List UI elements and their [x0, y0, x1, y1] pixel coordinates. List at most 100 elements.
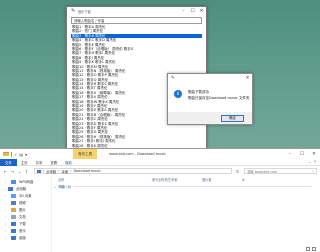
explorer-titlebar: ✓ ▤ ▾ 音乐工具 www.ahd.com - Download music … — [0, 149, 320, 159]
column-number[interactable]: # — [242, 178, 282, 182]
view-toggles — [306, 247, 316, 251]
properties-icon[interactable]: ✓ — [14, 152, 17, 157]
breadcrumb-download-music[interactable]: Download music — [73, 169, 100, 173]
breadcrumb-desktop[interactable]: 桌面 — [62, 169, 69, 174]
song-search-input[interactable]: 请输入歌曲名 / 作者 — [71, 17, 202, 24]
chevron-right-icon[interactable]: › — [5, 229, 8, 233]
nav-item-label: 图片 — [19, 208, 26, 212]
nav-item-icon — [11, 228, 16, 233]
maximize-button[interactable]: ☐ — [296, 149, 308, 159]
folder-icon — [3, 152, 9, 156]
music-window-title: 音乐下载 — [78, 10, 91, 14]
chevron-down-icon[interactable]: ⌄ — [308, 160, 311, 164]
minimize-button[interactable]: – — [284, 149, 296, 159]
search-placeholder: 搜索 www.ahd.com — [247, 169, 278, 174]
dialog-close-button[interactable]: ✕ — [243, 74, 252, 82]
breadcrumb-separator: › — [43, 169, 45, 173]
music-tools-tab[interactable]: 音乐工具 — [73, 149, 98, 159]
group-label: 明新 (0) — [58, 185, 72, 189]
dialog-message-line1: 歌曲下载成功 — [188, 90, 209, 94]
chevron-right-icon[interactable]: › — [5, 201, 8, 205]
up-icon[interactable]: ↑ — [24, 169, 29, 174]
chevron-down-icon[interactable]: ▾ — [25, 152, 27, 157]
file-list-pane: 名称 参与创作的艺术家 唱片集 # ⌄ 明新 (0) — [52, 176, 320, 252]
recent-locations-icon[interactable]: ⌄ — [17, 169, 22, 174]
refresh-icon[interactable]: ↻ — [236, 169, 239, 174]
search-icon: ⌕ — [312, 169, 314, 173]
chevron-right-icon[interactable]: › — [5, 194, 8, 198]
explorer-title: www.ahd.com - Download music — [109, 152, 167, 156]
chevron-down-icon[interactable]: ⌄ — [2, 187, 5, 191]
chevron-down-icon: ⌄ — [54, 184, 57, 189]
breadcrumb-separator: › — [58, 169, 60, 173]
details-view-icon[interactable] — [306, 247, 310, 251]
help-icon[interactable]: ? — [314, 160, 316, 164]
chevron-right-icon[interactable]: › — [5, 208, 8, 212]
forward-icon[interactable]: → — [10, 169, 15, 174]
large-icons-view-icon[interactable] — [312, 247, 316, 251]
divider — [11, 151, 12, 157]
info-dialog: ✎ ✕ i 歌曲下载成功 歌曲已保存至Download music 文件夹 确定 — [167, 73, 253, 125]
dialog-body: i 歌曲下载成功 歌曲已保存至Download music 文件夹 — [168, 82, 252, 112]
nav-item-7[interactable]: › 音乐 — [0, 227, 51, 234]
nav-item-icon — [11, 193, 16, 198]
dialog-titlebar: ✎ ✕ — [168, 74, 252, 82]
tab-home[interactable]: 主页 — [17, 159, 32, 166]
quick-access-toolbar: ✓ ▤ ▾ — [0, 151, 27, 157]
nav-item-3[interactable]: › 视频 — [0, 199, 51, 206]
nav-item-4[interactable]: › 图片 — [0, 206, 51, 213]
nav-item-icon — [11, 214, 16, 219]
tab-share[interactable]: 共享 — [32, 159, 47, 166]
chevron-right-icon[interactable]: › — [5, 180, 8, 184]
nav-item-2[interactable]: › 3D 对象 — [0, 192, 51, 199]
nav-item-icon — [11, 179, 16, 184]
column-album[interactable]: 唱片集 — [202, 177, 242, 182]
nav-item-6[interactable]: › 下载 — [0, 220, 51, 227]
pc-icon — [37, 169, 41, 173]
nav-item-label: 3D 对象 — [19, 194, 32, 198]
nav-item-label: 桌面 — [19, 236, 26, 240]
breadcrumb-separator: › — [70, 169, 72, 173]
back-icon[interactable]: ← — [3, 169, 8, 174]
tab-play[interactable]: 播放 — [61, 159, 76, 166]
chevron-right-icon[interactable]: › — [5, 215, 8, 219]
nav-item-5[interactable]: › 文档 — [0, 213, 51, 220]
file-explorer-window: ✓ ▤ ▾ 音乐工具 www.ahd.com - Download music … — [0, 148, 320, 252]
info-icon: i — [174, 90, 182, 98]
nav-item-0[interactable]: › WPS网盘 — [0, 178, 51, 185]
feather-icon: ✎ — [71, 8, 76, 14]
dialog-message-line2: 歌曲已保存至Download music 文件夹 — [188, 96, 250, 100]
nav-item-label: 文档 — [19, 215, 26, 219]
group-divider — [73, 186, 312, 187]
nav-item-icon — [11, 200, 16, 205]
nav-item-label: 下载 — [19, 222, 26, 226]
file-group-header[interactable]: ⌄ 明新 (0) — [52, 183, 320, 190]
ok-button[interactable]: 确定 — [221, 114, 244, 122]
close-button[interactable]: ✕ — [197, 7, 206, 16]
nav-item-icon — [8, 186, 13, 191]
tab-view[interactable]: 查看 — [46, 159, 61, 166]
tab-file[interactable]: 文件 — [0, 158, 17, 166]
chevron-right-icon[interactable]: › — [5, 222, 8, 226]
nav-item-label: 此电脑 — [16, 187, 27, 191]
music-window-titlebar: ✎ 音乐下载 – ☐ ✕ — [67, 7, 206, 16]
nav-item-8[interactable]: › 桌面 — [0, 234, 51, 241]
ribbon-tabs: 文件 主页 共享 查看 播放 ⌄ ? — [0, 158, 320, 166]
minimize-button[interactable]: – — [179, 7, 188, 16]
address-row: ← → ⌄ ↑ › 此电脑 › 桌面 › Download music ↻ 搜索… — [0, 166, 320, 176]
nav-item-icon — [11, 207, 16, 212]
column-name[interactable]: 名称 — [52, 177, 152, 182]
nav-item-label: 音乐 — [19, 229, 26, 233]
nav-item-1[interactable]: ⌄ 此电脑 — [0, 185, 51, 192]
breadcrumb-this-pc[interactable]: 此电脑 — [46, 169, 56, 174]
maximize-button[interactable]: ☐ — [188, 7, 197, 16]
close-button[interactable]: ✕ — [308, 149, 320, 159]
chevron-right-icon[interactable]: › — [5, 236, 8, 240]
nav-item-icon — [11, 221, 16, 226]
search-input[interactable]: 搜索 www.ahd.com ⌕ — [244, 168, 317, 174]
new-folder-icon[interactable]: ▤ — [19, 152, 23, 157]
nav-item-label: 视频 — [19, 201, 26, 205]
address-bar[interactable]: › 此电脑 › 桌面 › Download music — [34, 168, 232, 174]
column-artists[interactable]: 参与创作的艺术家 — [152, 177, 202, 182]
nav-item-label: WPS网盘 — [19, 180, 34, 184]
